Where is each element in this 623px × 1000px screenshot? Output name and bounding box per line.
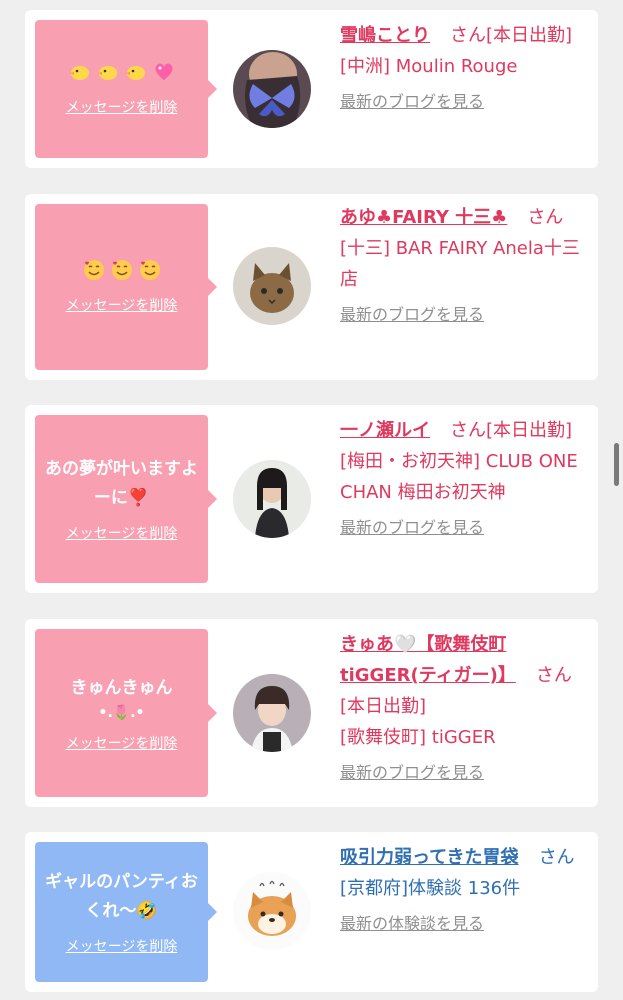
chick-icon: [69, 63, 91, 85]
member-info: 吸引力弱ってきた胃袋 さん [京都府]体験談 136件 最新の体験談を見る: [340, 842, 590, 939]
member-place: [中洲] Moulin Rouge: [340, 56, 518, 77]
smiling-hearts-face-icon: [139, 259, 161, 285]
smiling-hearts-face-icon: [111, 259, 133, 285]
cat-avatar-icon: [233, 247, 311, 325]
message-list: メッセージを削除 雪嶋ことり さん[本日出勤] [中洲] Moulin Rouge…: [0, 0, 623, 1000]
list-item: ギャルのパンティおくれ〜🤣 メッセージを削除 吸引力弱ってきた胃袋 さん [京都府…: [25, 832, 598, 992]
member-info: あゆ♣FAIRY 十三♣ さん [十三] BAR FAIRY Anela十三店 最…: [340, 202, 590, 330]
list-item: メッセージを削除 あゆ♣FAIRY 十三♣ さん [十三] BAR FAIRY A…: [25, 194, 598, 380]
member-info: 雪嶋ことり さん[本日出勤] [中洲] Moulin Rouge 最新のブログを見…: [340, 20, 590, 117]
girl-avatar-icon: [233, 674, 311, 752]
delete-message-link[interactable]: メッセージを削除: [66, 97, 178, 117]
list-item: きゅんきゅん •.🌷.• メッセージを削除 きゅあ🤍【歌舞伎町tiGGER(ティ…: [25, 619, 598, 807]
member-suffix: さん[本日出勤]: [450, 25, 573, 46]
avatar[interactable]: [233, 247, 311, 325]
chick-icon: [125, 63, 147, 85]
chick-icon: [97, 63, 119, 85]
member-name-link[interactable]: きゅあ🤍【歌舞伎町tiGGER(ティガー)】: [340, 634, 516, 686]
blog-link[interactable]: 最新のブログを見る: [340, 757, 484, 788]
blog-link[interactable]: 最新のブログを見る: [340, 512, 484, 543]
avatar[interactable]: [233, 50, 311, 128]
message-bubble: ギャルのパンティおくれ〜🤣 メッセージを削除: [35, 842, 217, 982]
review-link[interactable]: 最新の体験談を見る: [340, 908, 484, 939]
member-suffix: さん[本日出勤]: [450, 420, 573, 441]
message-text: あの夢が叶いますよーに❣️: [45, 459, 198, 508]
scrollbar-thumb[interactable]: [614, 443, 619, 486]
member-place: [梅田・お初天神] CLUB ONE CHAN 梅田お初天神: [340, 451, 578, 503]
member-name-link[interactable]: 一ノ瀬ルイ: [340, 420, 430, 441]
butterfly-avatar-icon: [233, 50, 311, 128]
avatar[interactable]: [233, 872, 311, 950]
delete-message-link[interactable]: メッセージを削除: [66, 936, 178, 956]
avatar[interactable]: [233, 460, 311, 538]
member-suffix: さん: [527, 207, 564, 228]
delete-message-link[interactable]: メッセージを削除: [66, 295, 178, 315]
emoji-message: [69, 61, 175, 87]
avatar[interactable]: [233, 674, 311, 752]
member-info: 一ノ瀬ルイ さん[本日出勤] [梅田・お初天神] CLUB ONE CHAN 梅田…: [340, 415, 590, 543]
member-place: [十三] BAR FAIRY Anela十三店: [340, 238, 580, 290]
message-text: きゅんきゅん: [70, 677, 173, 698]
delete-message-link[interactable]: メッセージを削除: [66, 523, 178, 543]
member-place: [歌舞伎町] tiGGER: [340, 727, 496, 748]
message-bubble: メッセージを削除: [35, 20, 217, 158]
blog-link[interactable]: 最新のブログを見る: [340, 299, 484, 330]
blog-link[interactable]: 最新のブログを見る: [340, 86, 484, 117]
woman-avatar-icon: [233, 460, 311, 538]
member-suffix: さん: [538, 847, 575, 868]
message-bubble: きゅんきゅん •.🌷.• メッセージを削除: [35, 629, 217, 797]
member-name-link[interactable]: あゆ♣FAIRY 十三♣: [340, 207, 507, 228]
message-text-line2: •.🌷.•: [98, 704, 145, 721]
member-name-link[interactable]: 雪嶋ことり: [340, 25, 430, 46]
smiling-hearts-face-icon: [83, 259, 105, 285]
member-info: きゅあ🤍【歌舞伎町tiGGER(ティガー)】 さん[本日出勤] [歌舞伎町] ti…: [340, 629, 590, 788]
member-place: [京都府]体験談 136件: [340, 878, 521, 899]
sparkling-heart-icon: [153, 62, 175, 86]
member-name-link[interactable]: 吸引力弱ってきた胃袋: [340, 847, 519, 868]
emoji-message: [83, 259, 161, 285]
message-text: ギャルのパンティおくれ〜🤣: [45, 872, 198, 921]
shiba-dog-avatar-icon: [233, 872, 311, 950]
message-bubble: あの夢が叶いますよーに❣️ メッセージを削除: [35, 415, 217, 583]
list-item: メッセージを削除 雪嶋ことり さん[本日出勤] [中洲] Moulin Rouge…: [25, 10, 598, 168]
list-item: あの夢が叶いますよーに❣️ メッセージを削除 一ノ瀬ルイ さん[本日出勤] [梅田…: [25, 405, 598, 593]
message-bubble: メッセージを削除: [35, 204, 217, 370]
delete-message-link[interactable]: メッセージを削除: [66, 733, 178, 753]
